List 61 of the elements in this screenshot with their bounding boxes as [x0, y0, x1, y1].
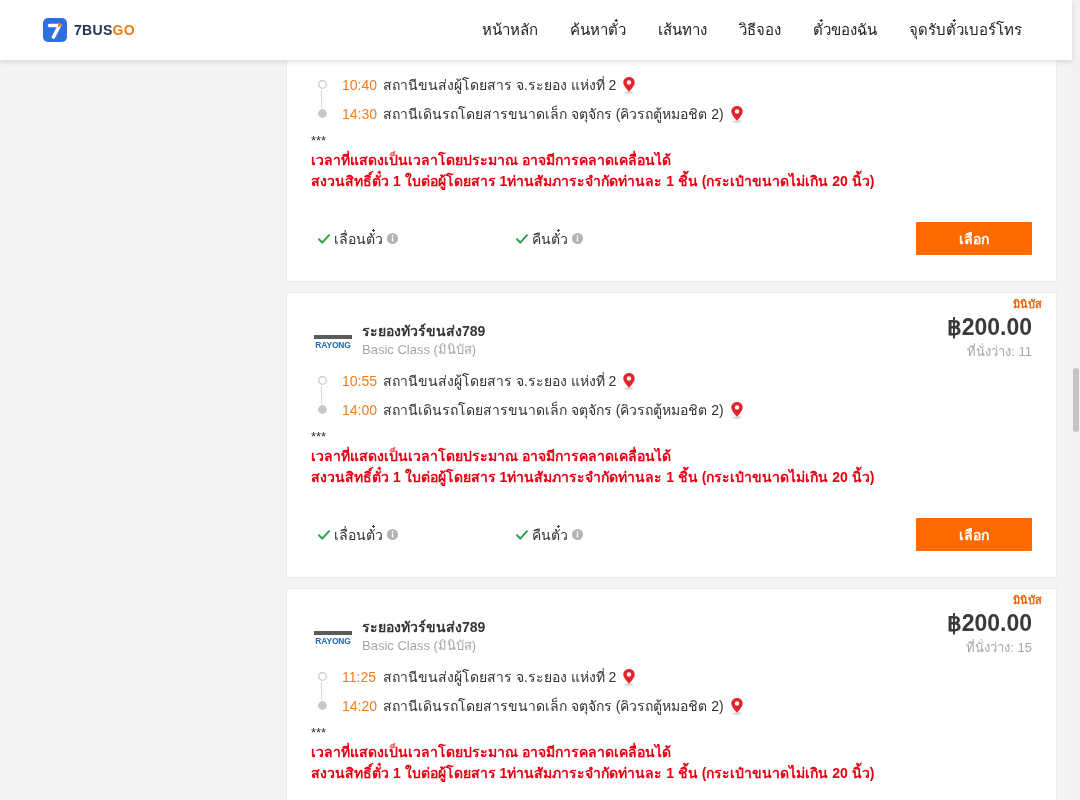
- station-name: สถานีขนส่งผู้โดยสาร จ.ระยอง แห่งที่ 2: [383, 371, 617, 392]
- warning-note: เวลาที่แสดงเป็นเวลาโดยประมาณ อาจมีการคลาดเคลื่อนได้: [311, 150, 672, 170]
- bus-type-tag: มินิบัส: [1013, 593, 1042, 607]
- bus-type-tag: มินิบัส: [1013, 297, 1042, 311]
- map-pin-icon[interactable]: [729, 104, 744, 123]
- station-name: สถานีเดินรถโดยสารขนาดเล็ก จตุจักร (คิวรถตู้หมอชิต 2): [383, 696, 724, 717]
- station-name: สถานีขนส่งผู้โดยสาร จ.ระยอง แห่งที่ 2: [383, 75, 617, 96]
- feature-label: เลื่อนตั๋ว: [334, 524, 383, 545]
- timeline-line: [321, 90, 322, 108]
- nav-link[interactable]: ค้นหาตั๋ว: [570, 18, 626, 42]
- stop-marker-icon: [317, 376, 327, 385]
- nav-link[interactable]: หน้าหลัก: [482, 18, 538, 42]
- station-name: สถานีขนส่งผู้โดยสาร จ.ระยอง แห่งที่ 2: [383, 667, 617, 688]
- station-name: สถานีเดินรถโดยสารขนาดเล็ก จตุจักร (คิวรถตู้หมอชิต 2): [383, 104, 724, 125]
- nav-link[interactable]: ตั๋วของฉัน: [813, 18, 877, 42]
- nav-link[interactable]: จุดรับตั๋วเบอร์โทร: [909, 18, 1022, 42]
- warning-note: เวลาที่แสดงเป็นเวลาโดยประมาณ อาจมีการคลาดเคลื่อนได้: [311, 446, 672, 466]
- map-pin-icon[interactable]: [729, 696, 744, 715]
- operator-logo: RAYONG: [314, 335, 352, 351]
- note-marker: ***: [311, 724, 328, 742]
- arrival-time: 14:30: [342, 105, 378, 122]
- note-marker: ***: [311, 132, 328, 150]
- departure-time: 10:40: [342, 76, 378, 93]
- timeline-line: [321, 682, 322, 700]
- nav-link[interactable]: วิธีจอง: [739, 18, 781, 42]
- warning-note: เวลาที่แสดงเป็นเวลาโดยประมาณ อาจมีการคลาดเคลื่อนได้: [311, 742, 672, 762]
- service-class: Basic Class (มินิบัส): [362, 637, 478, 655]
- logo-icon[interactable]: [43, 18, 67, 42]
- stop-marker-icon: [317, 672, 327, 681]
- map-pin-icon[interactable]: [729, 400, 744, 419]
- warning-note: สงวนสิทธิ์ตั๋ว 1 ใบต่อผู้โดยสาร 1ท่านสัมภาระจำกัดท่านละ 1 ชิ้น (กระเป๋าขนาดไม่เกิน 20 นิ้ว): [311, 763, 1032, 784]
- scrollbar-thumb[interactable]: [1073, 368, 1079, 432]
- warning-note: สงวนสิทธิ์ตั๋ว 1 ใบต่อผู้โดยสาร 1ท่านสัมภาระจำกัดท่านละ 1 ชิ้น (กระเป๋าขนาดไม่เกิน 20 นิ้ว): [311, 171, 1032, 192]
- warning-note: สงวนสิทธิ์ตั๋ว 1 ใบต่อผู้โดยสาร 1ท่านสัมภาระจำกัดท่านละ 1 ชิ้น (กระเป๋าขนาดไม่เกิน 20 นิ้ว): [311, 467, 1032, 488]
- map-pin-icon[interactable]: [622, 667, 637, 686]
- seats-available: ที่นั่งว่าง: 15: [965, 639, 1032, 657]
- departure-time: 11:25: [342, 668, 377, 685]
- brand-name[interactable]: 7BUSGO: [74, 22, 135, 38]
- stop-marker-icon: [317, 405, 327, 414]
- operator-name: ระยองทัวร์ขนส่ง789: [362, 618, 486, 637]
- arrival-time: 14:00: [342, 401, 378, 418]
- stop-marker-icon: [317, 109, 327, 118]
- ticket-price: ฿200.00: [946, 609, 1032, 638]
- nav-link[interactable]: เส้นทาง: [658, 18, 707, 42]
- station-name: สถานีเดินรถโดยสารขนาดเล็ก จตุจักร (คิวรถตู้หมอชิต 2): [383, 400, 724, 421]
- operator-name: ระยองทัวร์ขนส่ง789: [362, 322, 486, 341]
- seats-available: ที่นั่งว่าง: 11: [966, 343, 1032, 361]
- stop-marker-icon: [317, 80, 327, 89]
- note-marker: ***: [311, 428, 328, 446]
- service-class: Basic Class (มินิบัส): [362, 341, 478, 359]
- stop-marker-icon: [317, 701, 327, 710]
- arrival-time: 14:20: [342, 697, 378, 714]
- map-pin-icon[interactable]: [622, 75, 637, 94]
- map-pin-icon[interactable]: [622, 371, 637, 390]
- ticket-price: ฿200.00: [946, 313, 1032, 342]
- feature-label: คืนตั๋ว: [532, 524, 568, 545]
- departure-time: 10:55: [342, 372, 378, 389]
- feature-label: เลื่อนตั๋ว: [334, 228, 383, 249]
- operator-logo: RAYONG: [314, 631, 352, 647]
- timeline-line: [321, 386, 322, 404]
- feature-label: คืนตั๋ว: [532, 228, 568, 249]
